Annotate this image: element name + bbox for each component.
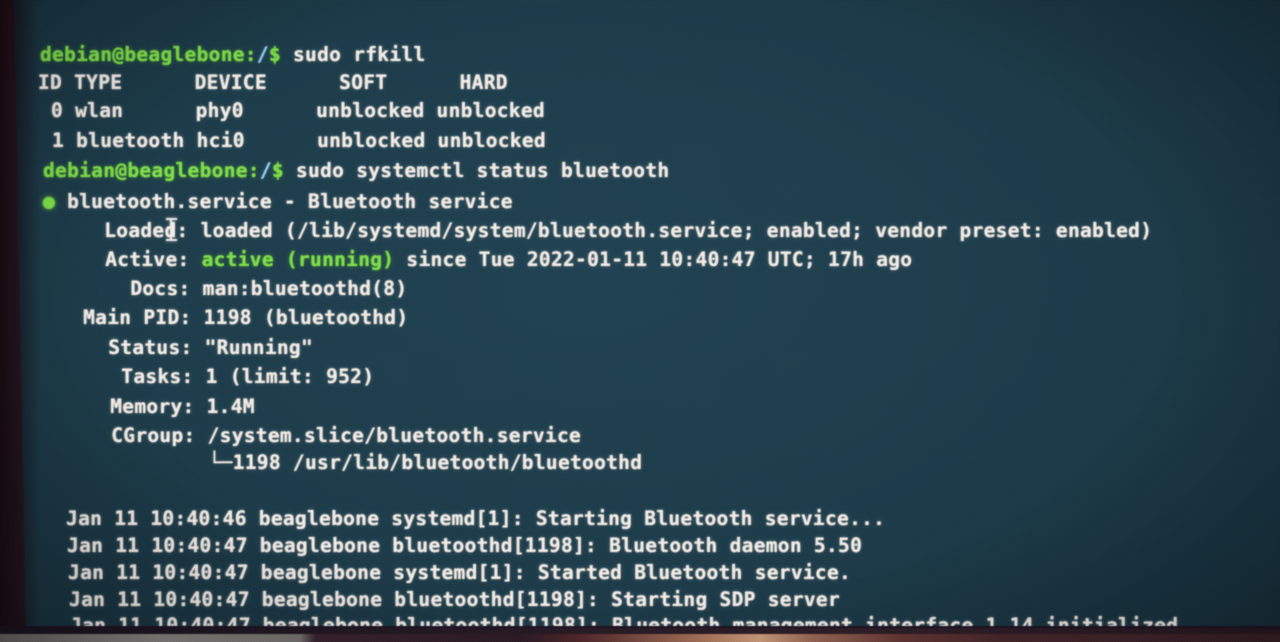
tasks-line: Tasks: 1 (limit: 952) <box>49 366 374 387</box>
cgroup-line: CGroup: /system.slice/bluetooth.service <box>51 425 581 446</box>
journal-log-line: Jan 11 10:40:47 beaglebone bluetoothd[11… <box>55 535 862 556</box>
tasks-text: Tasks: 1 (limit: 952) <box>49 365 375 388</box>
active-since-text: since Tue 2022-01-11 10:40:47 UTC; 17h a… <box>394 248 913 271</box>
rfkill-header-text: ID TYPE DEVICE SOFT HARD <box>38 71 508 94</box>
loaded-value: loaded (/lib/systemd/system/bluetooth.se… <box>200 219 1153 242</box>
command-line-rfkill[interactable]: debian@beaglebone:/$ sudo rfkill <box>40 44 426 65</box>
prompt-user-host: debian@beaglebone <box>43 159 248 182</box>
command-text-systemctl: sudo systemctl status bluetooth <box>283 159 670 182</box>
active-status-value: active (running) <box>201 248 395 271</box>
main-pid-line: Main PID: 1198 (bluetoothd) <box>47 307 408 328</box>
active-label: Active: <box>45 248 202 271</box>
status-line: Status: "Running" <box>48 337 313 358</box>
loaded-line: Loaded: loaded (/lib/systemd/system/blue… <box>44 220 1152 241</box>
journal-log-text: Jan 11 10:40:47 beaglebone bluetoothd[11… <box>57 588 841 611</box>
main-pid-text: Main PID: 1198 (bluetoothd) <box>47 306 409 329</box>
command-text-rfkill: sudo rfkill <box>280 43 426 66</box>
prompt-path: / <box>259 159 272 182</box>
unit-title-text: bluetooth.service - Bluetooth service <box>55 190 513 213</box>
prompt-sigil: $ <box>271 159 284 182</box>
cgroup-child-text: └─1198 /usr/lib/bluetooth/bluetoothd <box>52 451 643 474</box>
rfkill-table-header: ID TYPE DEVICE SOFT HARD <box>38 72 508 93</box>
terminal-output-area[interactable]: Reading package lists... Done debian@bea… <box>26 30 1280 642</box>
prompt-user-host: debian@beaglebone <box>40 43 245 66</box>
memory-line: Memory: 1.4M <box>50 396 255 417</box>
journal-log-line: Jan 11 10:40:47 beaglebone systemd[1]: S… <box>56 562 851 583</box>
desk-strip <box>0 634 1280 642</box>
journal-log-line: Jan 11 10:40:47 beaglebone bluetoothd[11… <box>57 589 840 610</box>
service-status-bullet-icon: ● <box>43 190 56 213</box>
loaded-label: Loaded: <box>44 219 201 242</box>
journal-log-line: Jan 11 10:40:46 beaglebone systemd[1]: S… <box>54 508 885 529</box>
prompt-colon: : <box>244 43 257 66</box>
prompt-colon: : <box>247 159 260 182</box>
prompt-sigil: $ <box>268 43 281 66</box>
terminal-screenshot: Reading package lists... Done debian@bea… <box>0 0 1280 642</box>
docs-line: Docs: man:bluetoothd(8) <box>46 278 407 299</box>
cgroup-child-line: └─1198 /usr/lib/bluetooth/bluetoothd <box>52 452 642 473</box>
rfkill-row-wlan-text: 0 wlan phy0 unblocked unblocked <box>39 99 545 122</box>
journal-log-text: Jan 11 10:40:47 beaglebone bluetoothd[11… <box>55 534 863 557</box>
cgroup-text: CGroup: /system.slice/bluetooth.service <box>51 424 582 447</box>
rfkill-row-bluetooth-text: 1 bluetooth hci0 unblocked unblocked <box>40 129 546 152</box>
status-text: Status: "Running" <box>48 336 314 359</box>
unit-title-line: ● bluetooth.service - Bluetooth service <box>43 191 513 212</box>
active-line: Active: active (running) since Tue 2022-… <box>45 249 912 270</box>
docs-text: Docs: man:bluetoothd(8) <box>46 277 408 300</box>
rfkill-row-bluetooth: 1 bluetooth hci0 unblocked unblocked <box>40 130 546 151</box>
journal-log-text: Jan 11 10:40:47 beaglebone systemd[1]: S… <box>56 561 852 584</box>
command-line-systemctl[interactable]: debian@beaglebone:/$ sudo systemctl stat… <box>43 160 669 181</box>
memory-text: Memory: 1.4M <box>50 395 255 418</box>
journal-log-text: Jan 11 10:40:46 beaglebone systemd[1]: S… <box>54 507 886 530</box>
prompt-path: / <box>256 43 269 66</box>
rfkill-row-wlan: 0 wlan phy0 unblocked unblocked <box>39 100 545 121</box>
scrollback-line-apt: Reading package lists... Done <box>40 26 462 34</box>
